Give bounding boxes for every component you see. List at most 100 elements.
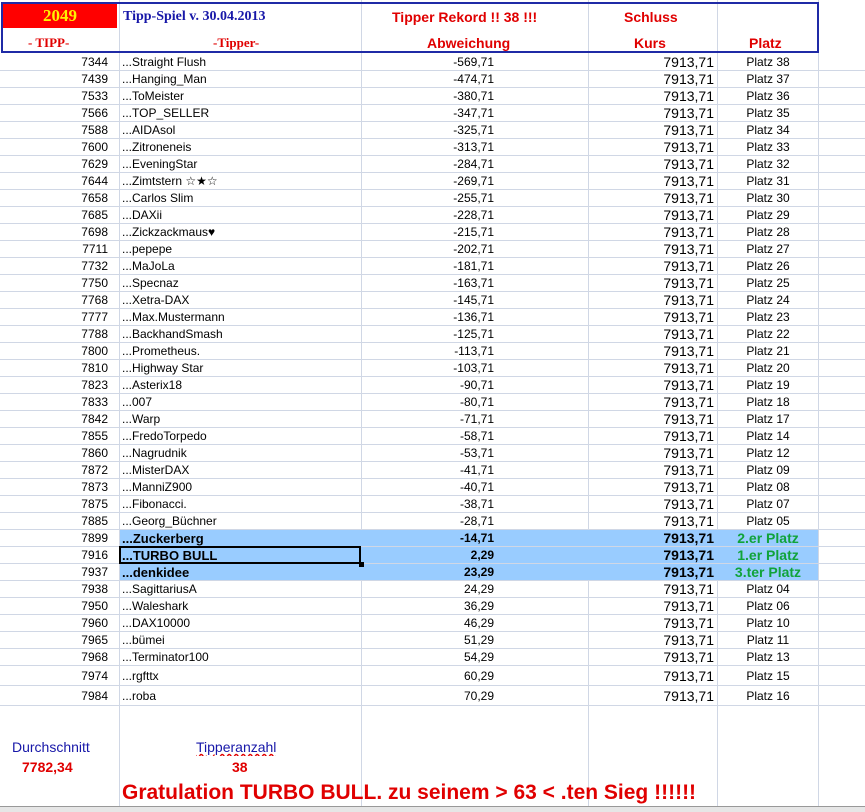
cell-platz[interactable]: Platz 31 xyxy=(720,173,816,190)
cell-tipper[interactable]: ...ToMeister xyxy=(122,88,358,105)
cell-tipp[interactable]: 7777 xyxy=(0,309,108,326)
cell-kurs[interactable]: 7913,71 xyxy=(596,530,714,547)
cell-tipp[interactable]: 7899 xyxy=(0,530,108,547)
cell-kurs[interactable]: 7913,71 xyxy=(596,615,714,632)
cell-tipp[interactable]: 7533 xyxy=(0,88,108,105)
cell-tipp[interactable]: 7698 xyxy=(0,224,108,241)
cell-tipp[interactable]: 7750 xyxy=(0,275,108,292)
cell-platz[interactable]: Platz 28 xyxy=(720,224,816,241)
cell-abweichung[interactable]: -313,71 xyxy=(380,139,494,156)
cell-platz[interactable]: Platz 13 xyxy=(720,649,816,666)
cell-tipp[interactable]: 7842 xyxy=(0,411,108,428)
cell-tipper[interactable]: ...TOP_SELLER xyxy=(122,105,358,122)
cell-kurs[interactable]: 7913,71 xyxy=(596,88,714,105)
cell-tipper[interactable]: ...Straight Flush xyxy=(122,54,358,71)
cell-abweichung[interactable]: -202,71 xyxy=(380,241,494,258)
cell-kurs[interactable]: 7913,71 xyxy=(596,547,714,564)
cell-abweichung[interactable]: -113,71 xyxy=(380,343,494,360)
cell-platz[interactable]: Platz 06 xyxy=(720,598,816,615)
cell-abweichung[interactable]: 2,29 xyxy=(380,547,494,564)
cell-abweichung[interactable]: -14,71 xyxy=(380,530,494,547)
cell-abweichung[interactable]: -269,71 xyxy=(380,173,494,190)
cell-kurs[interactable]: 7913,71 xyxy=(596,343,714,360)
cell-tipp[interactable]: 7800 xyxy=(0,343,108,360)
cell-abweichung[interactable]: -228,71 xyxy=(380,207,494,224)
sheet-tab-bar[interactable] xyxy=(0,806,865,812)
cell-tipp[interactable]: 7644 xyxy=(0,173,108,190)
cell-kurs[interactable]: 7913,71 xyxy=(596,105,714,122)
cell-kurs[interactable]: 7913,71 xyxy=(596,513,714,530)
cell-platz[interactable]: Platz 18 xyxy=(720,394,816,411)
cell-abweichung[interactable]: -325,71 xyxy=(380,122,494,139)
cell-kurs[interactable]: 7913,71 xyxy=(596,394,714,411)
cell-abweichung[interactable]: -181,71 xyxy=(380,258,494,275)
cell-kurs[interactable]: 7913,71 xyxy=(596,411,714,428)
cell-platz[interactable]: Platz 37 xyxy=(720,71,816,88)
cell-platz[interactable]: Platz 33 xyxy=(720,139,816,156)
cell-kurs[interactable]: 7913,71 xyxy=(596,632,714,649)
cell-selection[interactable] xyxy=(119,546,361,564)
cell-tipper[interactable]: ...DAX10000 xyxy=(122,615,358,632)
cell-platz[interactable]: Platz 26 xyxy=(720,258,816,275)
cell-platz[interactable]: Platz 38 xyxy=(720,54,816,71)
cell-platz[interactable]: Platz 10 xyxy=(720,615,816,632)
cell-tipp[interactable]: 7965 xyxy=(0,632,108,649)
cell-platz[interactable]: Platz 11 xyxy=(720,632,816,649)
cell-tipper[interactable]: ...Warp xyxy=(122,411,358,428)
cell-abweichung[interactable]: -90,71 xyxy=(380,377,494,394)
cell-abweichung[interactable]: 36,29 xyxy=(380,598,494,615)
cell-abweichung[interactable]: 23,29 xyxy=(380,564,494,581)
cell-tipper[interactable]: ...Waleshark xyxy=(122,598,358,615)
cell-platz[interactable]: Platz 14 xyxy=(720,428,816,445)
cell-tipp[interactable]: 7439 xyxy=(0,71,108,88)
cell-platz[interactable]: Platz 23 xyxy=(720,309,816,326)
cell-platz[interactable]: Platz 19 xyxy=(720,377,816,394)
cell-tipper[interactable]: ...Fibonacci. xyxy=(122,496,358,513)
cell-tipp[interactable]: 7588 xyxy=(0,122,108,139)
cell-tipp[interactable]: 7732 xyxy=(0,258,108,275)
cell-abweichung[interactable]: 70,29 xyxy=(380,686,494,706)
cell-abweichung[interactable]: -163,71 xyxy=(380,275,494,292)
cell-tipper[interactable]: ...Max.Mustermann xyxy=(122,309,358,326)
cell-kurs[interactable]: 7913,71 xyxy=(596,581,714,598)
cell-kurs[interactable]: 7913,71 xyxy=(596,445,714,462)
cell-tipp[interactable]: 7916 xyxy=(0,547,108,564)
cell-kurs[interactable]: 7913,71 xyxy=(596,360,714,377)
cell-abweichung[interactable]: 54,29 xyxy=(380,649,494,666)
cell-platz[interactable]: Platz 08 xyxy=(720,479,816,496)
cell-platz[interactable]: Platz 16 xyxy=(720,686,816,706)
cell-abweichung[interactable]: -255,71 xyxy=(380,190,494,207)
cell-abweichung[interactable]: -58,71 xyxy=(380,428,494,445)
cell-tipp[interactable]: 7823 xyxy=(0,377,108,394)
cell-tipper[interactable]: ...Georg_Büchner xyxy=(122,513,358,530)
cell-abweichung[interactable]: -38,71 xyxy=(380,496,494,513)
cell-platz[interactable]: Platz 34 xyxy=(720,122,816,139)
cell-abweichung[interactable]: -71,71 xyxy=(380,411,494,428)
cell-abweichung[interactable]: -474,71 xyxy=(380,71,494,88)
cell-tipp[interactable]: 7950 xyxy=(0,598,108,615)
cell-platz[interactable]: Platz 27 xyxy=(720,241,816,258)
cell-tipp[interactable]: 7968 xyxy=(0,649,108,666)
cell-platz[interactable]: 2.er Platz xyxy=(720,530,816,547)
cell-kurs[interactable]: 7913,71 xyxy=(596,496,714,513)
cell-tipp[interactable]: 7960 xyxy=(0,615,108,632)
cell-tipper[interactable]: ...Xetra-DAX xyxy=(122,292,358,309)
cell-tipp[interactable]: 7974 xyxy=(0,666,108,686)
cell-tipp[interactable]: 7875 xyxy=(0,496,108,513)
cell-kurs[interactable]: 7913,71 xyxy=(596,71,714,88)
cell-tipper[interactable]: ...pepepe xyxy=(122,241,358,258)
cell-tipp[interactable]: 7860 xyxy=(0,445,108,462)
cell-tipp[interactable]: 7872 xyxy=(0,462,108,479)
cell-abweichung[interactable]: 46,29 xyxy=(380,615,494,632)
cell-platz[interactable]: Platz 12 xyxy=(720,445,816,462)
fill-handle[interactable] xyxy=(359,562,364,567)
cell-tipp[interactable]: 7984 xyxy=(0,686,108,706)
cell-tipper[interactable]: ...Prometheus. xyxy=(122,343,358,360)
cell-tipper[interactable]: ...MisterDAX xyxy=(122,462,358,479)
cell-kurs[interactable]: 7913,71 xyxy=(596,666,714,686)
cell-tipper[interactable]: ...Zickzackmaus♥ xyxy=(122,224,358,241)
cell-tipper[interactable]: ...roba xyxy=(122,686,358,706)
cell-platz[interactable]: Platz 29 xyxy=(720,207,816,224)
cell-tipper[interactable]: ...bümei xyxy=(122,632,358,649)
cell-tipper[interactable]: ...Highway Star xyxy=(122,360,358,377)
